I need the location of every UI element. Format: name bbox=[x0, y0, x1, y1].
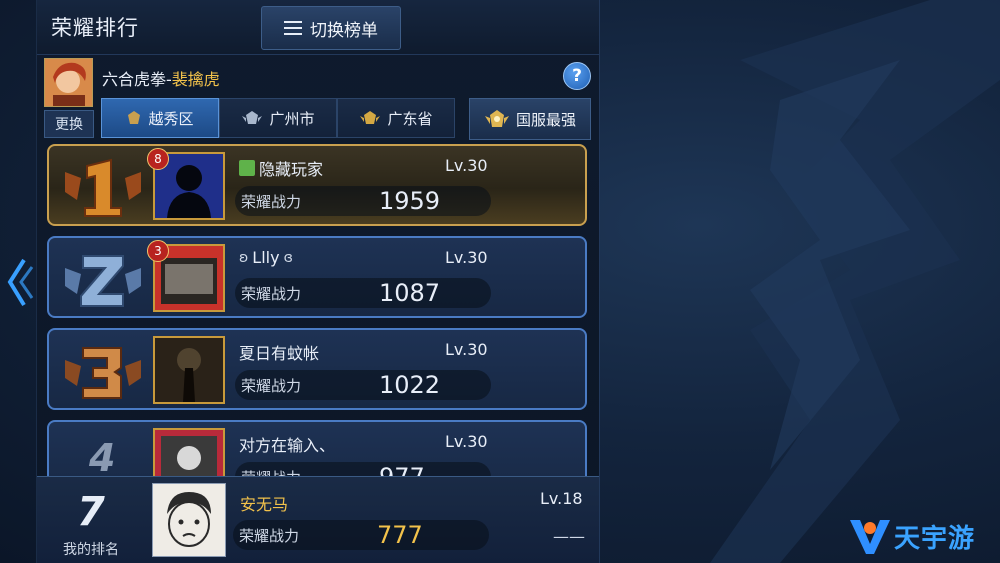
district-emblem-icon bbox=[128, 111, 141, 124]
watermark-logo: 天宇游 bbox=[848, 516, 975, 556]
tab-province[interactable]: 广东省 bbox=[337, 98, 455, 138]
list-icon bbox=[284, 21, 302, 35]
tab-district-label: 越秀区 bbox=[148, 109, 194, 128]
power-value: 1959 bbox=[379, 187, 441, 215]
my-dash: —— bbox=[553, 527, 585, 546]
player-name-text: 隐藏玩家 bbox=[259, 160, 324, 179]
player-name-text: Llly bbox=[252, 248, 280, 267]
player-name: 对方在输入、 bbox=[239, 432, 335, 456]
hero-avatar[interactable] bbox=[44, 58, 93, 107]
player-name: 隐藏玩家 bbox=[239, 156, 323, 180]
region-tabs: 越秀区 广州市 广东省 bbox=[101, 98, 455, 138]
tab-city[interactable]: 广州市 bbox=[219, 98, 337, 138]
rank-2-badge-icon bbox=[65, 255, 141, 307]
player-level: Lv.30 bbox=[445, 340, 488, 359]
city-emblem-icon bbox=[242, 111, 263, 124]
watermark-text: 天宇游 bbox=[894, 523, 976, 554]
switch-list-button[interactable]: 切换榜单 bbox=[261, 6, 401, 50]
power-value: 1022 bbox=[379, 371, 441, 399]
switch-list-label: 切换榜单 bbox=[310, 20, 378, 41]
rank-3-badge-icon bbox=[65, 347, 141, 399]
power-label: 荣耀战力 bbox=[241, 285, 302, 303]
player-name: 夏日有蚊帐 bbox=[239, 340, 319, 364]
rank-row-1[interactable]: 8 隐藏玩家 Lv.30 荣耀战力 1959 bbox=[47, 144, 587, 226]
panel-header: 荣耀排行 切换榜单 bbox=[37, 0, 599, 55]
rank-row-3[interactable]: 夏日有蚊帐 Lv.30 荣耀战力 1022 bbox=[47, 328, 587, 410]
hidden-player-icon bbox=[239, 160, 255, 176]
national-best-button[interactable]: 国服最强 bbox=[469, 98, 591, 140]
my-rank-number: 7 bbox=[77, 489, 105, 535]
my-avatar[interactable] bbox=[152, 483, 226, 557]
vip-badge: 8 bbox=[147, 148, 169, 170]
power-bar: 荣耀战力 1959 bbox=[235, 186, 491, 216]
power-label: 荣耀战力 bbox=[241, 193, 302, 211]
hero-name: 裴擒虎 bbox=[171, 70, 220, 89]
vip-badge: 3 bbox=[147, 240, 169, 262]
rank-row-2[interactable]: 3 ʚ Llly ɞ Lv.30 荣耀战力 1087 bbox=[47, 236, 587, 318]
player-level: Lv.30 bbox=[445, 156, 488, 175]
background-emblem bbox=[710, 0, 1000, 563]
help-icon[interactable]: ? bbox=[563, 62, 591, 90]
page-title: 荣耀排行 bbox=[51, 16, 139, 40]
my-power-label: 荣耀战力 bbox=[239, 527, 300, 545]
my-rank-label: 我的排名 bbox=[63, 542, 119, 558]
my-name: 安无马 bbox=[240, 495, 289, 514]
ranking-panel: 荣耀排行 切换榜单 更换 六合虎拳-裴擒虎 ? 越秀区 广州市 广东省 国服最强… bbox=[36, 0, 600, 563]
change-hero-button[interactable]: 更换 bbox=[44, 110, 94, 138]
rank-1-badge-icon bbox=[65, 158, 141, 217]
my-power-value: 777 bbox=[377, 521, 423, 549]
tab-district[interactable]: 越秀区 bbox=[101, 98, 219, 138]
national-crown-icon bbox=[484, 110, 509, 127]
back-arrow-icon[interactable] bbox=[4, 255, 34, 310]
hero-prefix: 六合虎拳- bbox=[102, 70, 172, 89]
tab-province-label: 广东省 bbox=[387, 109, 433, 128]
power-bar: 荣耀战力 1087 bbox=[235, 278, 491, 308]
rank-number: 4 bbox=[89, 436, 116, 480]
player-name: ʚ Llly ɞ bbox=[239, 248, 293, 267]
power-label: 荣耀战力 bbox=[241, 377, 302, 395]
player-name-text: 夏日有蚊帐 bbox=[239, 344, 320, 363]
my-rank-bar: 7 我的排名 安无马 Lv.18 荣耀战力 777 —— bbox=[37, 476, 599, 563]
watermark-icon bbox=[850, 520, 890, 554]
national-best-label: 国服最强 bbox=[515, 110, 576, 129]
province-emblem-icon bbox=[360, 111, 381, 124]
my-power-bar: 荣耀战力 777 bbox=[233, 520, 489, 550]
power-value: 1087 bbox=[379, 279, 441, 307]
tab-city-label: 广州市 bbox=[269, 109, 315, 128]
player-level: Lv.30 bbox=[445, 432, 488, 451]
my-level: Lv.18 bbox=[540, 489, 583, 508]
player-level: Lv.30 bbox=[445, 248, 488, 267]
hero-title: 六合虎拳-裴擒虎 bbox=[102, 66, 220, 90]
power-bar: 荣耀战力 1022 bbox=[235, 370, 491, 400]
player-portrait bbox=[153, 336, 225, 404]
player-name-text: 对方在输入、 bbox=[239, 436, 336, 455]
